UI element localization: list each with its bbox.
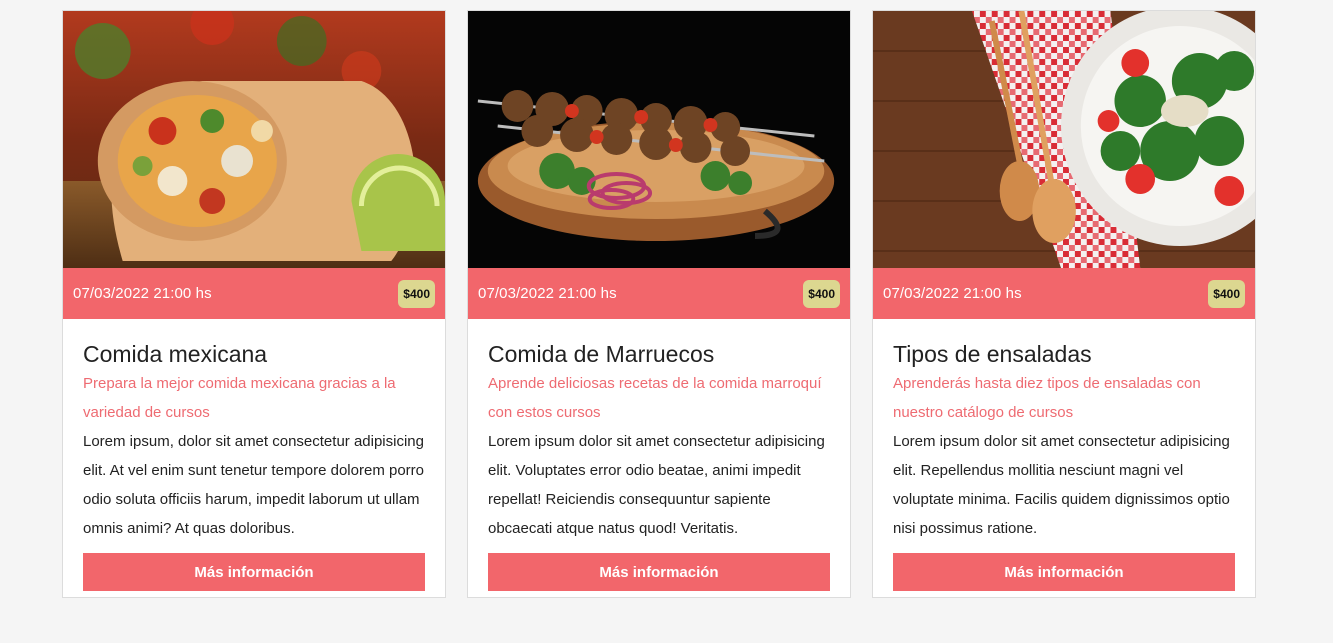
course-cards-grid: 07/03/2022 21:00 hs $400 Comida mexicana…: [62, 10, 1256, 598]
date-text: 07/03/2022 21:00 hs: [883, 285, 1022, 302]
course-card: 07/03/2022 21:00 hs $400 Tipos de ensala…: [872, 10, 1256, 598]
date-text: 07/03/2022 21:00 hs: [73, 285, 212, 302]
burrito-photo: [63, 11, 445, 268]
price-badge: $400: [1208, 279, 1245, 308]
more-info-button[interactable]: Más información: [488, 553, 830, 591]
card-body: Comida de Marruecos Aprende deliciosas r…: [468, 319, 850, 597]
card-meta-bar: 07/03/2022 21:00 hs $400: [468, 268, 850, 319]
card-title: Tipos de ensaladas: [893, 341, 1092, 367]
card-body: Comida mexicana Prepara la mejor comida …: [63, 319, 445, 597]
card-subtitle: Aprenderás hasta diez tipos de ensaladas…: [893, 375, 1201, 421]
price-badge: $400: [803, 279, 840, 308]
card-description: Lorem ipsum dolor sit amet consectetur a…: [893, 433, 1230, 537]
card-description: Lorem ipsum, dolor sit amet consectetur …: [83, 433, 425, 537]
card-title: Comida de Marruecos: [488, 341, 715, 367]
card-meta-bar: 07/03/2022 21:00 hs $400: [873, 268, 1255, 319]
salad-photo: [873, 11, 1255, 268]
card-title: Comida mexicana: [83, 341, 268, 367]
date-text: 07/03/2022 21:00 hs: [478, 285, 617, 302]
card-meta-bar: 07/03/2022 21:00 hs $400: [63, 268, 445, 319]
card-description: Lorem ipsum dolor sit amet consectetur a…: [488, 433, 825, 537]
course-card: 07/03/2022 21:00 hs $400 Comida mexicana…: [62, 10, 446, 598]
card-body: Tipos de ensaladas Aprenderás hasta diez…: [873, 319, 1255, 597]
card-subtitle: Aprende deliciosas recetas de la comida …: [488, 375, 822, 421]
course-card: 07/03/2022 21:00 hs $400 Comida de Marru…: [467, 10, 851, 598]
more-info-button[interactable]: Más información: [83, 553, 425, 591]
price-badge: $400: [398, 279, 435, 308]
kebab-photo: [468, 11, 850, 268]
card-subtitle: Prepara la mejor comida mexicana gracias…: [83, 375, 396, 421]
more-info-button[interactable]: Más información: [893, 553, 1235, 591]
